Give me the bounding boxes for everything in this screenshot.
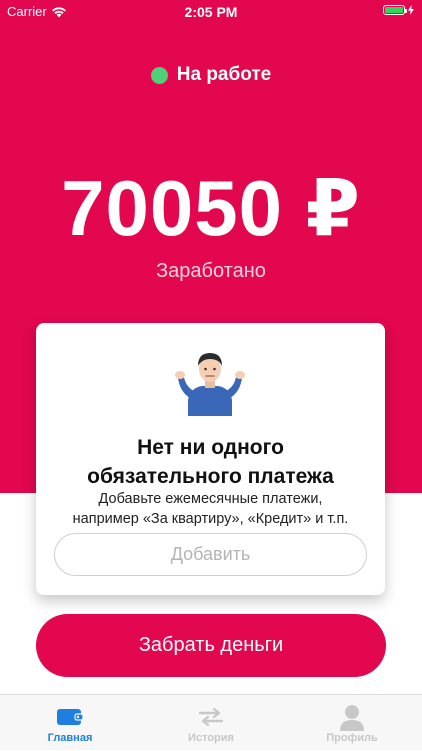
add-payment-button[interactable]: Добавить	[54, 533, 367, 576]
earned-amount: 70050 ₽	[61, 164, 361, 252]
tab-home-label: Главная	[47, 732, 93, 744]
person-icon	[340, 705, 364, 731]
work-status-label: На работе	[176, 64, 272, 85]
charging-bolt-icon	[408, 5, 414, 15]
card-subtitle-line2: например «За квартиру», «Кредит» и т.п.	[72, 511, 349, 527]
card-title-line2: обязательного платежа	[87, 465, 334, 488]
card-subtitle-line1: Добавьте ежемесячные платежи,	[98, 491, 323, 507]
status-dot	[150, 66, 168, 84]
tab-profile[interactable]: Профиль	[282, 695, 422, 751]
card-title: Нет ни одного обязательного платежа	[36, 433, 385, 491]
card-subtitle: Добавьте ежемесячные платежи, например «…	[36, 489, 385, 529]
person-shrugging-icon	[175, 353, 245, 416]
card-title-line1: Нет ни одного	[137, 436, 284, 459]
tab-history[interactable]: История	[141, 695, 281, 751]
withdraw-money-button[interactable]: Забрать деньги	[36, 614, 386, 677]
tab-history-label: История	[188, 732, 234, 744]
earned-label: Заработано	[156, 260, 266, 282]
payments-card: Нет ни одного обязательного платежа Доба…	[36, 323, 385, 595]
tab-bar: Главная История Профиль	[0, 694, 422, 750]
work-status[interactable]: На работе	[0, 64, 422, 86]
battery-icon	[383, 5, 414, 15]
wallet-icon	[57, 709, 84, 725]
tab-profile-label: Профиль	[326, 732, 378, 744]
tab-home[interactable]: Главная	[0, 695, 140, 751]
status-bar: Carrier 2:05 PM	[0, 0, 422, 24]
transfer-arrows-icon	[198, 707, 224, 727]
clock: 2:05 PM	[184, 4, 238, 20]
